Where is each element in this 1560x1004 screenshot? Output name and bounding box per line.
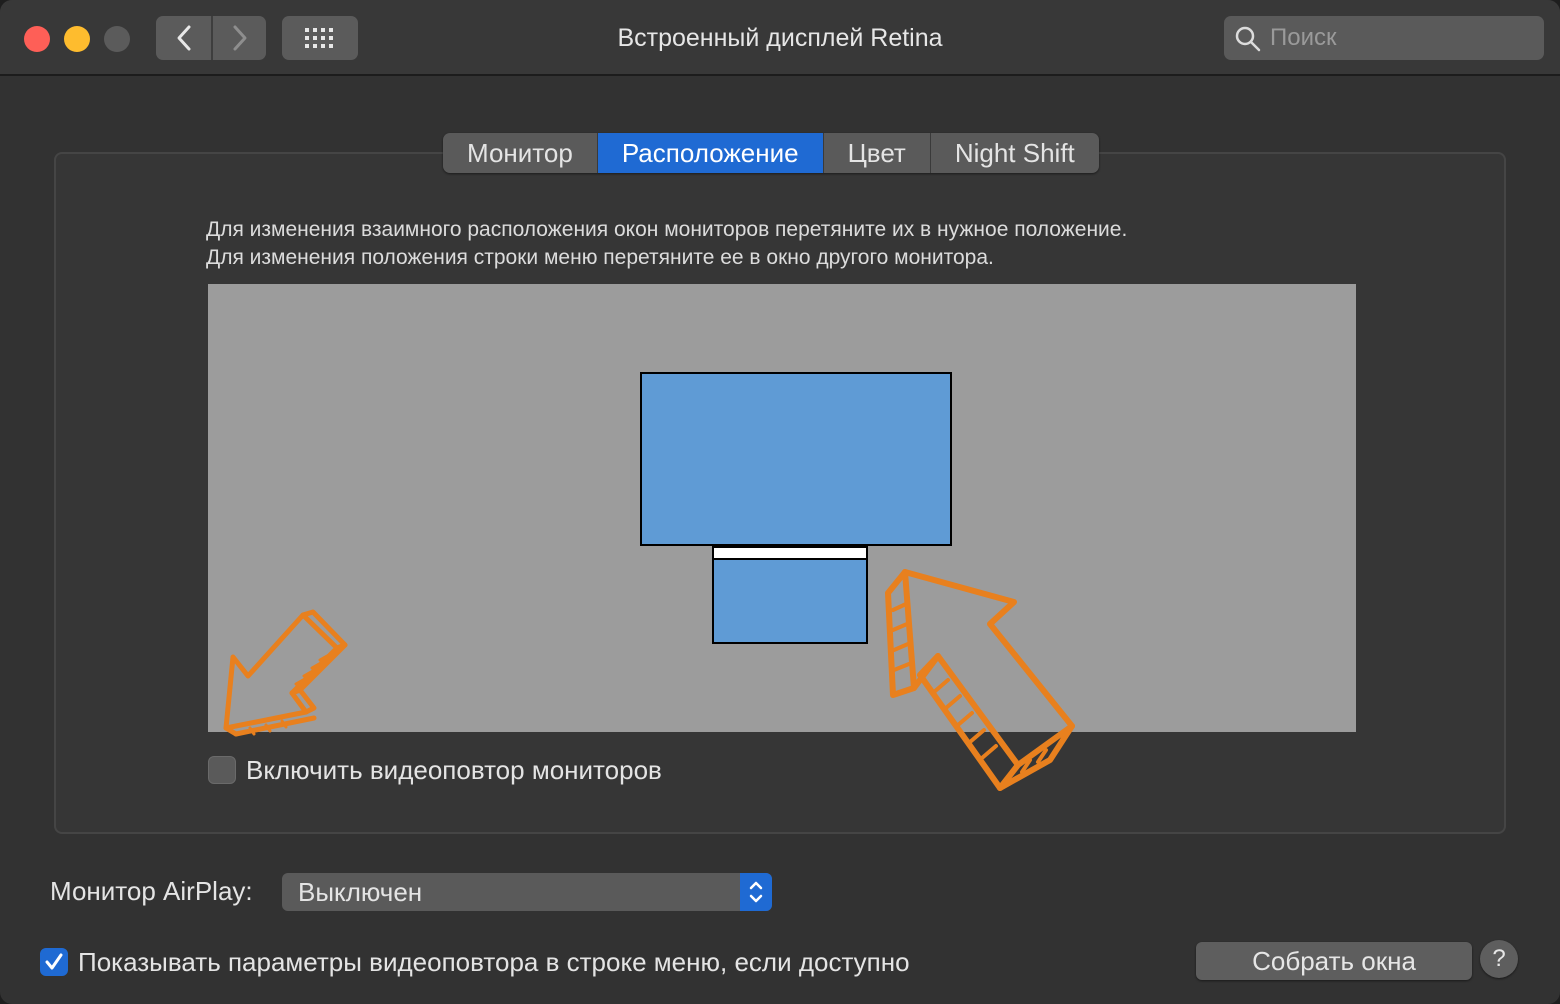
tab-bar: Монитор Расположение Цвет Night Shift bbox=[443, 133, 1099, 173]
help-button[interactable]: ? bbox=[1480, 940, 1518, 978]
airplay-popup-value: Выключен bbox=[298, 877, 423, 907]
forward-button[interactable] bbox=[211, 16, 266, 60]
mirror-displays-label: Включить видеоповтор мониторов bbox=[246, 755, 662, 785]
gather-windows-button[interactable]: Собрать окна bbox=[1196, 942, 1472, 980]
tab-night-shift[interactable]: Night Shift bbox=[929, 133, 1099, 173]
show-all-button[interactable] bbox=[282, 16, 358, 60]
show-mirroring-options-row: Показывать параметры видеоповтора в стро… bbox=[40, 947, 910, 977]
checkmark-icon bbox=[45, 953, 63, 970]
search-icon bbox=[1235, 26, 1261, 52]
arrangement-description: Для изменения взаимного расположения око… bbox=[206, 216, 1356, 272]
search-placeholder: Поиск bbox=[1270, 24, 1337, 51]
description-line-2: Для изменения положения строки меню пере… bbox=[206, 246, 994, 269]
display-arrangement-area bbox=[208, 284, 1356, 732]
builtin-display[interactable] bbox=[712, 546, 868, 644]
chevron-left-icon bbox=[177, 25, 190, 51]
mirror-displays-checkbox[interactable] bbox=[208, 756, 236, 784]
external-display[interactable] bbox=[640, 372, 952, 546]
show-mirroring-options-label: Показывать параметры видеоповтора в стро… bbox=[78, 947, 910, 977]
grid-icon bbox=[305, 28, 333, 48]
search-field[interactable]: Поиск bbox=[1224, 16, 1544, 60]
tab-arrangement[interactable]: Расположение bbox=[596, 133, 823, 173]
window-title: Встроенный дисплей Retina bbox=[617, 24, 943, 52]
tab-color[interactable]: Цвет bbox=[822, 133, 930, 173]
show-mirroring-options-checkbox[interactable] bbox=[40, 948, 68, 976]
menu-bar-handle[interactable] bbox=[714, 548, 866, 560]
description-line-1: Для изменения взаимного расположения око… bbox=[206, 218, 1128, 241]
title-bar: Встроенный дисплей Retina Поиск bbox=[0, 0, 1560, 76]
preferences-window: Встроенный дисплей Retina Поиск Монитор … bbox=[0, 0, 1560, 1004]
navigation-buttons bbox=[156, 16, 266, 60]
back-button[interactable] bbox=[156, 16, 211, 60]
airplay-popup[interactable]: Выключен bbox=[282, 873, 772, 911]
chevron-up-down-icon bbox=[749, 881, 763, 903]
minimize-window-button[interactable] bbox=[64, 26, 90, 52]
airplay-label: Монитор AirPlay: bbox=[50, 876, 253, 906]
close-window-button[interactable] bbox=[24, 26, 50, 52]
tab-monitor[interactable]: Монитор bbox=[443, 133, 597, 173]
popup-stepper[interactable] bbox=[740, 873, 772, 911]
chevron-right-icon bbox=[233, 25, 246, 51]
zoom-window-button[interactable] bbox=[104, 26, 130, 52]
mirror-displays-row: Включить видеоповтор мониторов bbox=[208, 755, 662, 785]
